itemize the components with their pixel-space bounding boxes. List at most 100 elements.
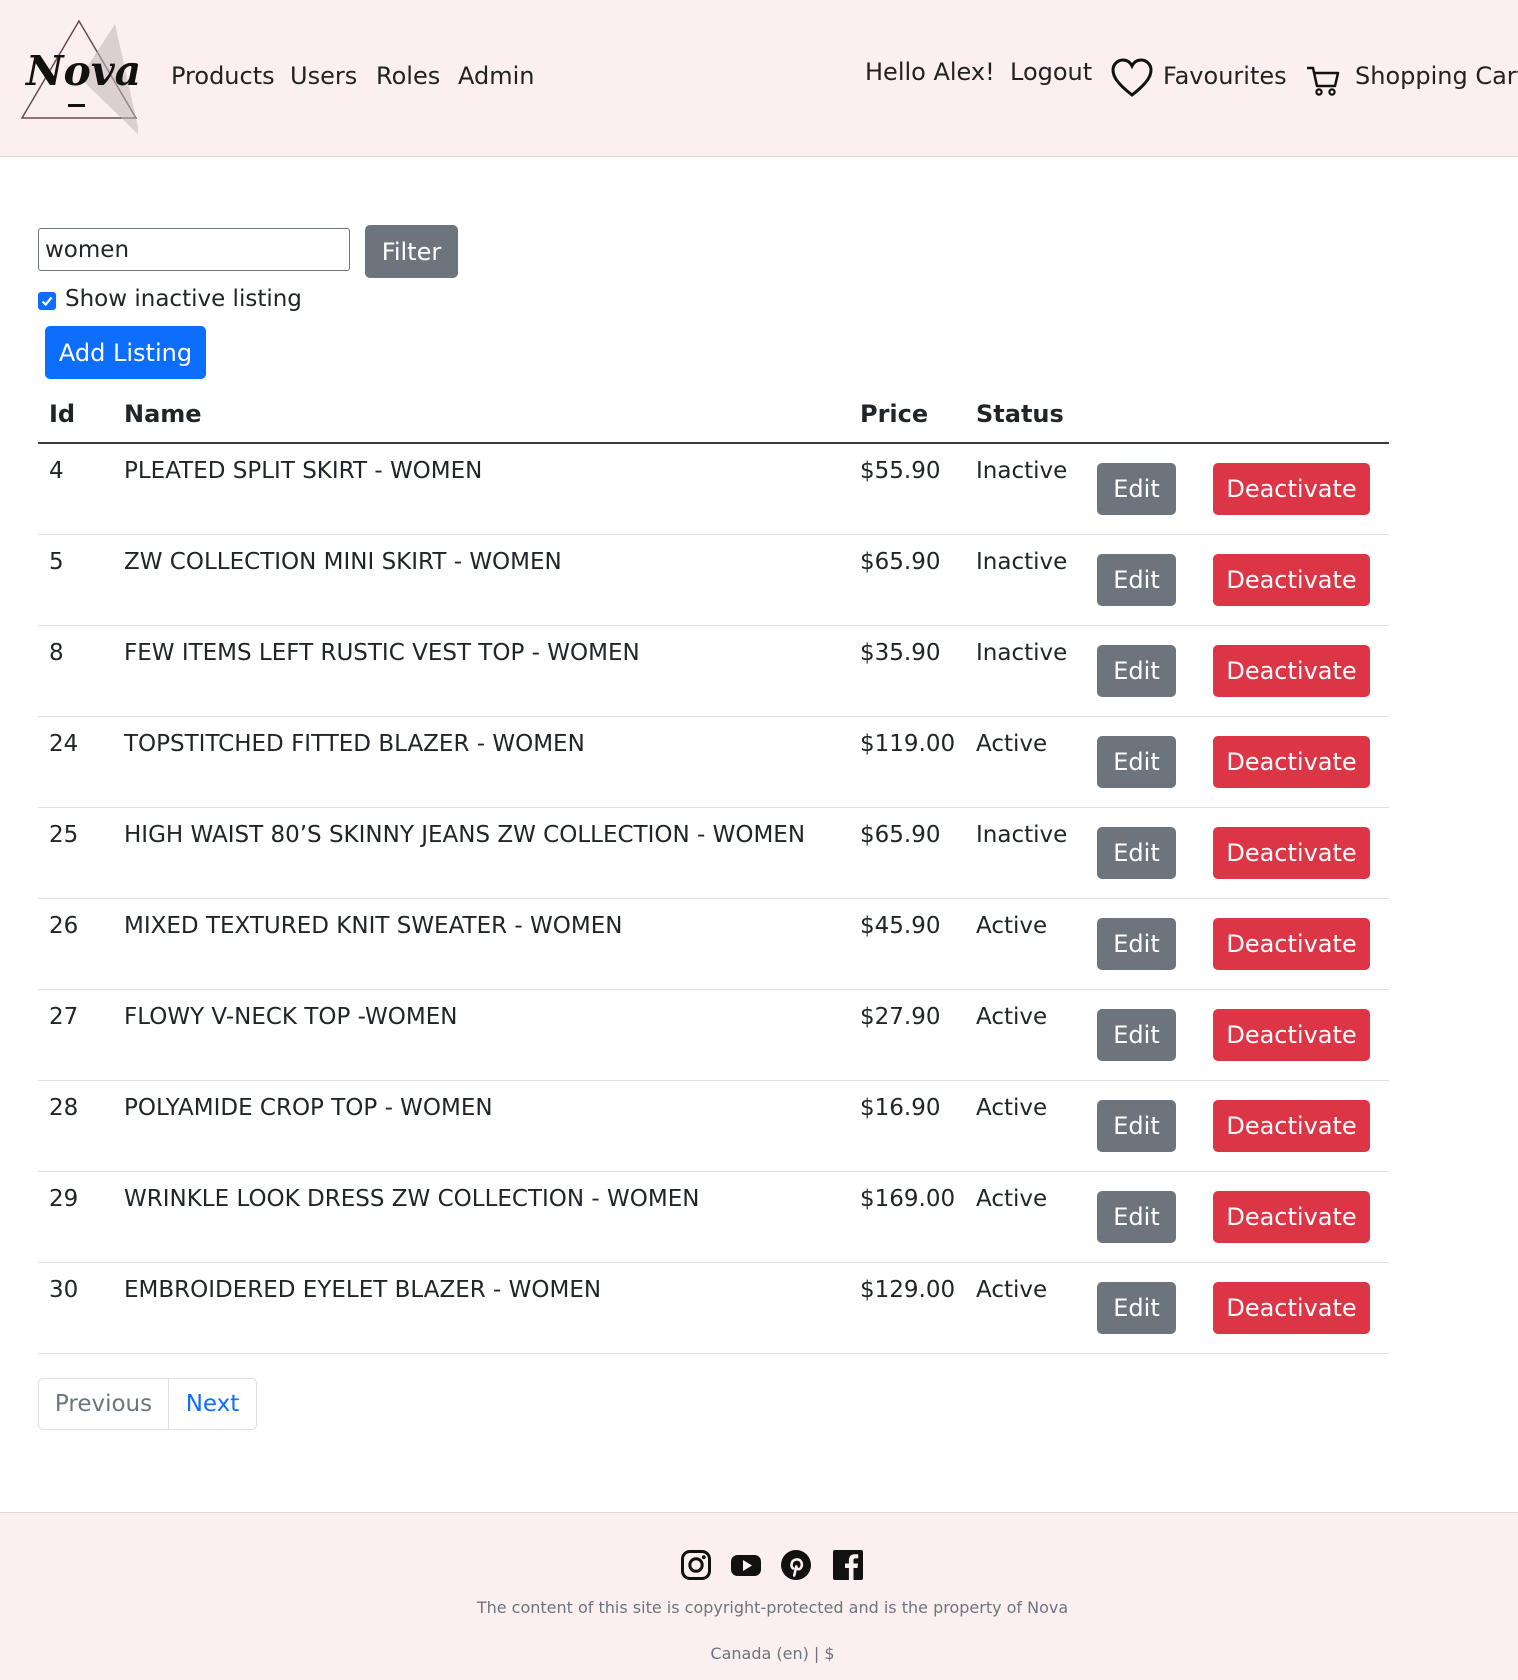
cell-status: Inactive [976,549,1068,575]
column-header-status: Status [976,400,1064,428]
cell-status: Inactive [976,640,1068,666]
cell-id: 5 [49,549,64,575]
table-row: 8 FEW ITEMS LEFT RUSTIC VEST TOP - WOMEN… [38,626,1389,717]
cell-status: Active [976,731,1048,757]
column-header-id: Id [49,400,76,428]
pinterest-icon[interactable] [780,1549,812,1581]
edit-button[interactable]: Edit [1097,1100,1176,1152]
table-row: 24 TOPSTITCHED FITTED BLAZER - WOMEN $11… [38,717,1389,808]
cell-price: $65.90 [860,822,941,848]
deactivate-button[interactable]: Deactivate [1213,827,1370,879]
favourites-link[interactable]: Favourites [1163,62,1287,90]
filter-input[interactable] [38,228,350,271]
edit-button[interactable]: Edit [1097,645,1176,697]
youtube-icon[interactable] [730,1549,762,1581]
cell-name: FEW ITEMS LEFT RUSTIC VEST TOP - WOMEN [124,640,640,666]
add-listing-button[interactable]: Add Listing [45,326,206,379]
nav-products[interactable]: Products [171,62,275,90]
cell-id: 27 [49,1004,79,1030]
filter-button[interactable]: Filter [365,225,458,278]
cell-price: $27.90 [860,1004,941,1030]
cell-price: $35.90 [860,640,941,666]
nova-logo[interactable]: Nova [20,18,141,136]
cell-id: 4 [49,458,64,484]
svg-text:Nova: Nova [24,47,138,95]
cell-id: 29 [49,1186,79,1212]
cell-price: $119.00 [860,731,956,757]
nav-roles[interactable]: Roles [376,62,440,90]
cell-name: MIXED TEXTURED KNIT SWEATER - WOMEN [124,913,623,939]
shopping-cart-icon[interactable] [1305,62,1341,104]
nav-users[interactable]: Users [290,62,357,90]
table-row: 28 POLYAMIDE CROP TOP - WOMEN $16.90 Act… [38,1081,1389,1172]
edit-button[interactable]: Edit [1097,1282,1176,1334]
cell-price: $65.90 [860,549,941,575]
heart-icon[interactable] [1110,58,1154,104]
cell-id: 24 [49,731,79,757]
deactivate-button[interactable]: Deactivate [1213,554,1370,606]
table-row: 26 MIXED TEXTURED KNIT SWEATER - WOMEN $… [38,899,1389,990]
cell-id: 30 [49,1277,79,1303]
cell-status: Inactive [976,458,1068,484]
table-row: 5 ZW COLLECTION MINI SKIRT - WOMEN $65.9… [38,535,1389,626]
cell-price: $129.00 [860,1277,956,1303]
edit-button[interactable]: Edit [1097,918,1176,970]
deactivate-button[interactable]: Deactivate [1213,463,1370,515]
cell-name: EMBROIDERED EYELET BLAZER - WOMEN [124,1277,602,1303]
cell-name: FLOWY V-NECK TOP -WOMEN [124,1004,458,1030]
column-header-price: Price [860,400,929,428]
cell-name: ZW COLLECTION MINI SKIRT - WOMEN [124,549,562,575]
show-inactive-label: Show inactive listing [65,286,302,312]
cell-name: POLYAMIDE CROP TOP - WOMEN [124,1095,493,1121]
shopping-cart-link[interactable]: Shopping Cart [1355,62,1518,90]
pagination: Previous Next [38,1378,257,1430]
site-header: Nova Products Users Roles Admin Hello Al… [0,0,1518,157]
cell-status: Active [976,1095,1048,1121]
deactivate-button[interactable]: Deactivate [1213,645,1370,697]
locale-currency-text[interactable]: Canada (en) | $ [0,1644,1518,1663]
deactivate-button[interactable]: Deactivate [1213,918,1370,970]
edit-button[interactable]: Edit [1097,1009,1176,1061]
table-row: 4 PLEATED SPLIT SKIRT - WOMEN $55.90 Ina… [38,444,1389,535]
deactivate-button[interactable]: Deactivate [1213,1282,1370,1334]
cell-id: 26 [49,913,79,939]
edit-button[interactable]: Edit [1097,1191,1176,1243]
cell-id: 28 [49,1095,79,1121]
deactivate-button[interactable]: Deactivate [1213,736,1370,788]
table-row: 25 HIGH WAIST 80’S SKINNY JEANS ZW COLLE… [38,808,1389,899]
cell-status: Active [976,1186,1048,1212]
column-header-name: Name [124,400,202,428]
table-row: 29 WRINKLE LOOK DRESS ZW COLLECTION - WO… [38,1172,1389,1263]
cell-price: $45.90 [860,913,941,939]
next-page-button[interactable]: Next [169,1379,256,1429]
cell-id: 25 [49,822,79,848]
cell-status: Inactive [976,822,1068,848]
deactivate-button[interactable]: Deactivate [1213,1009,1370,1061]
cell-name: HIGH WAIST 80’S SKINNY JEANS ZW COLLECTI… [124,822,806,848]
edit-button[interactable]: Edit [1097,827,1176,879]
cell-status: Active [976,913,1048,939]
cell-name: WRINKLE LOOK DRESS ZW COLLECTION - WOMEN [124,1186,700,1212]
cell-name: PLEATED SPLIT SKIRT - WOMEN [124,458,483,484]
deactivate-button[interactable]: Deactivate [1213,1191,1370,1243]
edit-button[interactable]: Edit [1097,463,1176,515]
site-footer: The content of this site is copyright-pr… [0,1512,1518,1680]
facebook-icon[interactable] [832,1549,864,1581]
cell-status: Active [976,1277,1048,1303]
table-row: 27 FLOWY V-NECK TOP -WOMEN $27.90 Active… [38,990,1389,1081]
previous-page-button[interactable]: Previous [39,1379,169,1429]
cell-price: $169.00 [860,1186,956,1212]
cell-name: TOPSTITCHED FITTED BLAZER - WOMEN [124,731,585,757]
edit-button[interactable]: Edit [1097,736,1176,788]
table-row: 30 EMBROIDERED EYELET BLAZER - WOMEN $12… [38,1263,1389,1354]
deactivate-button[interactable]: Deactivate [1213,1100,1370,1152]
edit-button[interactable]: Edit [1097,554,1176,606]
nav-admin[interactable]: Admin [458,62,535,90]
show-inactive-checkbox[interactable] [38,292,56,310]
cell-price: $55.90 [860,458,941,484]
instagram-icon[interactable] [680,1549,712,1581]
cell-status: Active [976,1004,1048,1030]
cell-id: 8 [49,640,64,666]
logout-link[interactable]: Logout [1010,58,1092,86]
copyright-text: The content of this site is copyright-pr… [476,1598,1069,1617]
